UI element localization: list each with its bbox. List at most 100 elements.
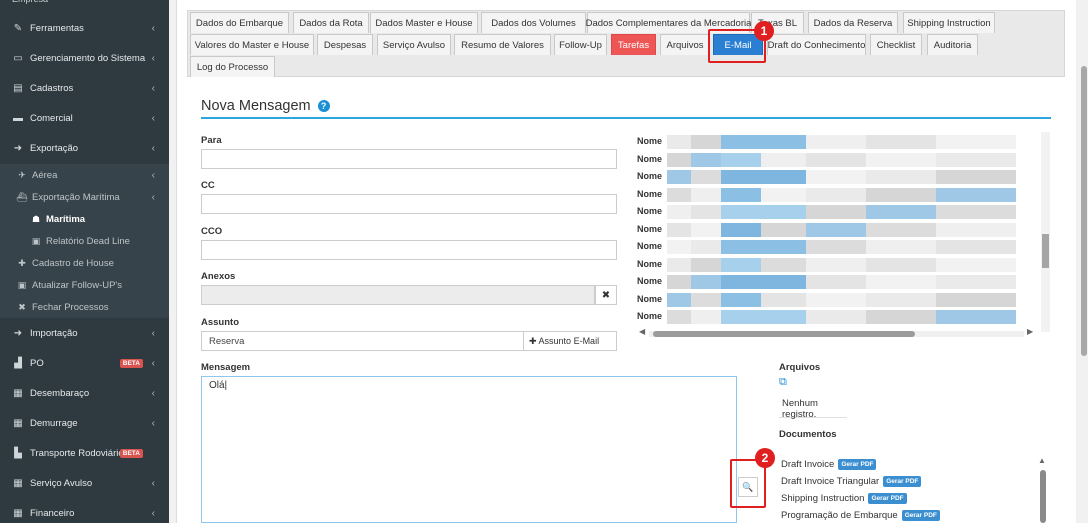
redacted-name-block (806, 170, 866, 184)
redacted-name-block (866, 187, 936, 202)
generate-pdf-button[interactable]: Gerar PDF (901, 509, 940, 521)
tab-dados-master-e-house[interactable]: Dados Master e House (370, 12, 478, 33)
chevron-left-icon: ‹ (151, 507, 155, 519)
sidebar-lower-item-0[interactable]: ➜ Importação ‹ (0, 318, 169, 348)
bar-chart-icon: ▟ (14, 357, 22, 369)
submenu-item-6[interactable]: ✖ Fechar Processos (0, 296, 169, 318)
submenu-item-5[interactable]: ▣ Atualizar Follow-UP's (0, 274, 169, 296)
copy-icon[interactable]: ⧉ (779, 376, 787, 389)
contact-name-label: Nome (637, 276, 663, 286)
assunto-email-button[interactable]: ✚ Assunto E-Mail (523, 331, 617, 351)
submenu-item-4[interactable]: ✚ Cadastro de House (0, 252, 169, 274)
contact-name-label: Nome (637, 188, 663, 199)
tab-dados-dos-volumes[interactable]: Dados dos Volumes (481, 12, 586, 33)
sidebar-lower-item-5[interactable]: ▦ Serviço Avulso ‹ (0, 468, 169, 498)
scroll-up-icon[interactable]: ▲ (1038, 456, 1046, 465)
chevron-left-icon: ‹ (151, 112, 155, 124)
tab-despesas[interactable]: Despesas (317, 34, 373, 55)
redacted-name-block (721, 187, 761, 202)
tab-auditoria[interactable]: Auditoria (927, 34, 978, 55)
captain-icon: ☗ (31, 213, 41, 224)
tab-dados-da-reserva[interactable]: Dados da Reserva (808, 12, 898, 33)
tab-dados-da-rota[interactable]: Dados da Rota (293, 12, 369, 33)
para-field[interactable] (201, 149, 617, 169)
redacted-name-block (866, 292, 936, 307)
redacted-name-block (761, 187, 806, 202)
horizontal-scrollbar[interactable]: ◀ ▶ (637, 327, 1037, 339)
tab-checklist[interactable]: Checklist (870, 34, 922, 55)
redacted-name-block (667, 170, 691, 184)
sidebar-item-2[interactable]: ▤ Cadastros ‹ (0, 73, 169, 103)
tab-resumo-de-valores[interactable]: Resumo de Valores (454, 34, 551, 55)
generate-pdf-button[interactable]: Gerar PDF (868, 492, 907, 504)
sidebar-lower-item-1[interactable]: ▟ PO BETA ‹ (0, 348, 169, 378)
scroll-left-icon[interactable]: ◀ (639, 327, 645, 336)
contacts-list: Nome Nome Nome Nome Nome Nome Nome Nome Nome Nome… (637, 132, 1051, 342)
submenu-item-3[interactable]: ▣ Relatório Dead Line (0, 230, 169, 252)
redacted-name-block (721, 275, 761, 289)
redacted-name-block (806, 135, 866, 149)
page-title-text: Nova Mensagem (201, 98, 311, 114)
redacted-name-block (866, 152, 936, 167)
generate-pdf-button[interactable]: Gerar PDF (838, 458, 877, 470)
sidebar-lower-item-6[interactable]: ▦ Financeiro ‹ (0, 498, 169, 523)
documents-scrollbar[interactable]: ▲ (1038, 456, 1047, 523)
anexos-clear-button[interactable]: ✖ (595, 285, 617, 305)
sidebar-lower-item-2[interactable]: ▦ Desembaraço ‹ (0, 378, 169, 408)
submenu-item-1[interactable]: ⛴ Exportação Marítima ‹ (0, 186, 169, 208)
sidebar-item-1[interactable]: ▭ Gerenciamento do Sistema ‹ (0, 43, 169, 73)
redacted-name-block (866, 257, 936, 272)
tab-log-do-processo[interactable]: Log do Processo (190, 56, 275, 77)
sidebar-lower-item-4[interactable]: ▙ Transporte Rodoviário BETA (0, 438, 169, 468)
redacted-name-block (866, 275, 936, 289)
redacted-name-block (721, 222, 761, 237)
redacted-name-block (691, 292, 721, 307)
ship-icon: ⛴ (16, 191, 28, 202)
sidebar-item-label: Importação (30, 327, 78, 339)
redacted-name-block (667, 135, 691, 149)
redacted-name-block (761, 292, 806, 307)
sidebar-item-0[interactable]: ✎ Ferramentas ‹ (0, 13, 169, 43)
tab-shipping-instruction[interactable]: Shipping Instruction (903, 12, 995, 33)
redacted-name-block (936, 310, 1016, 324)
scroll-right-icon[interactable]: ▶ (1027, 327, 1033, 336)
anexos-field[interactable] (201, 285, 595, 305)
tab-arquivos[interactable]: Arquivos (660, 34, 710, 55)
tab-draft-do-conhecimento[interactable]: Draft do Conhecimento (767, 34, 866, 55)
mensagem-textarea[interactable]: Olá| (201, 376, 737, 523)
contacts-vertical-scrollbar[interactable] (1041, 132, 1050, 332)
cco-field[interactable] (201, 240, 617, 260)
redacted-name-block (691, 275, 721, 289)
sidebar-item-label: Cadastros (30, 82, 74, 94)
tab-servi-o-avulso[interactable]: Serviço Avulso (377, 34, 451, 55)
submenu-item-0[interactable]: ✈ Aérea ‹ (0, 164, 169, 186)
tab-dados-do-embarque[interactable]: Dados do Embarque (190, 12, 289, 33)
submenu-item-2[interactable]: ☗ Marítima (0, 208, 169, 230)
chevron-left-icon: ‹ (151, 142, 155, 154)
sidebar-item-3[interactable]: ▬ Comercial ‹ (0, 103, 169, 133)
submenu-item-label: Cadastro de House (32, 257, 114, 269)
contact-name-label: Nome (637, 293, 663, 304)
building-icon: ▦ (13, 417, 23, 429)
sidebar-lower-item-3[interactable]: ▦ Demurrage ‹ (0, 408, 169, 438)
book-icon: ▤ (13, 82, 23, 94)
redacted-name-block (761, 135, 806, 149)
chevron-left-icon: ‹ (151, 477, 155, 489)
tab-tarefas[interactable]: Tarefas (611, 34, 656, 55)
tab-valores-do-master-e-house[interactable]: Valores do Master e House (190, 34, 314, 55)
sidebar-item-4[interactable]: ➜ Exportação ‹ (0, 133, 169, 163)
redacted-name-block (806, 257, 866, 272)
redacted-name-block (691, 240, 721, 254)
redacted-name-block (691, 170, 721, 184)
tab-follow-up[interactable]: Follow-Up (554, 34, 607, 55)
cc-field[interactable] (201, 194, 617, 214)
assunto-field[interactable]: Reserva (201, 331, 524, 351)
contact-name-label: Nome (637, 258, 663, 269)
page-scrollbar[interactable] (1079, 0, 1088, 523)
scroll-thumb[interactable] (653, 331, 915, 337)
redacted-name-block (806, 205, 866, 219)
help-icon[interactable]: ? (317, 100, 330, 113)
chevron-left-icon: ‹ (151, 191, 155, 203)
redacted-name-block (691, 205, 721, 219)
generate-pdf-button[interactable]: Gerar PDF (883, 475, 922, 487)
